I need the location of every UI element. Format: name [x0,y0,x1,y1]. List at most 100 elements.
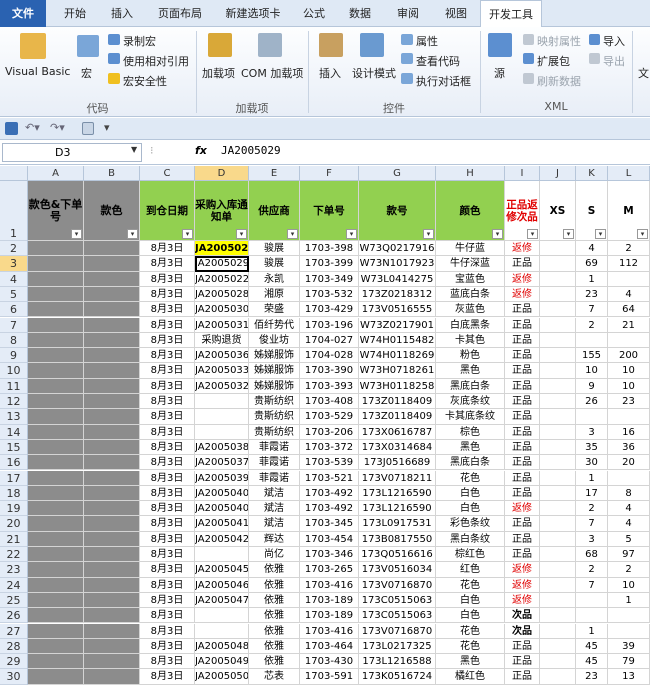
table-cell[interactable]: 9 [576,378,608,394]
table-cell[interactable]: JA2005025 [195,241,249,257]
table-cell[interactable]: 26 [576,394,608,410]
redacted-cell[interactable] [28,271,84,287]
table-cell[interactable]: 200 [608,348,650,364]
table-cell[interactable]: 正品 [505,302,540,318]
table-cell[interactable]: 8月3日 [140,317,195,333]
table-cell[interactable]: 39 [608,638,650,655]
macro-button[interactable]: 宏 [81,65,92,81]
filter-dropdown-icon[interactable]: ▾ [637,229,648,239]
table-cell[interactable]: 正品 [505,348,540,364]
expansion-pack-button[interactable]: 扩展包 [537,53,570,69]
table-cell[interactable]: 64 [608,302,650,318]
redacted-cell[interactable] [28,302,84,318]
redacted-cell[interactable] [84,241,140,257]
table-cell[interactable]: 2 [608,241,650,257]
redacted-cell[interactable] [28,317,84,333]
redacted-cell[interactable] [28,363,84,379]
column-header-i[interactable]: I [505,166,540,181]
redacted-cell[interactable] [28,394,84,410]
table-cell[interactable]: 卡其色 [436,332,505,349]
table-cell[interactable]: 2 [576,317,608,333]
table-cell[interactable]: 155 [576,348,608,364]
table-cell[interactable]: 白色 [436,501,505,517]
table-cell[interactable]: 36 [608,439,650,456]
redacted-cell[interactable] [84,256,140,272]
table-cell[interactable]: 卡其底条纹 [436,409,505,425]
column-header-c[interactable]: C [140,166,195,181]
insert-function-icon[interactable]: fx [195,144,207,157]
redacted-cell[interactable] [84,470,140,486]
table-cell[interactable]: 69 [576,256,608,272]
redacted-cell[interactable] [84,577,140,593]
column-header-j[interactable]: J [540,166,576,181]
table-cell[interactable] [540,547,576,563]
table-cell[interactable]: 2 [576,501,608,517]
table-cell[interactable] [540,424,576,440]
table-cell[interactable]: 173L0917531 [359,516,436,532]
com-addins-button[interactable]: COM 加载项 [241,65,303,81]
table-cell[interactable]: 2 [576,562,608,578]
table-cell[interactable] [608,470,650,486]
table-cell[interactable] [540,363,576,379]
column-header-b[interactable]: B [84,166,140,181]
table-cell[interactable]: 8 [608,485,650,502]
row-header[interactable]: 15 [0,439,28,456]
redacted-cell[interactable] [84,623,140,639]
table-cell[interactable]: 次品 [505,623,540,639]
table-cell[interactable] [540,531,576,547]
row-header[interactable]: 27 [0,623,28,639]
row-header[interactable]: 17 [0,470,28,486]
table-cell[interactable]: 79 [608,654,650,670]
row-header[interactable]: 23 [0,562,28,578]
table-cell[interactable]: 173L0217325 [359,638,436,655]
table-cell[interactable]: 贵斯纺织 [249,409,300,425]
tab-home[interactable]: 开始 [54,0,96,27]
header-cell[interactable]: XS ▾ [540,181,576,241]
table-cell[interactable]: 45 [576,638,608,655]
table-cell[interactable]: JA2005030 [195,302,249,318]
table-cell[interactable]: 1703-430 [300,654,359,670]
table-cell[interactable] [608,409,650,425]
table-cell[interactable]: 173V0716870 [359,623,436,639]
table-cell[interactable]: 花色 [436,623,505,639]
table-cell[interactable]: 1703-454 [300,531,359,547]
table-cell[interactable]: 黑白条纹 [436,531,505,547]
table-cell[interactable] [195,424,249,440]
table-cell[interactable] [608,271,650,287]
header-cell[interactable]: 到仓日期 ▾ [140,181,195,241]
tab-data[interactable]: 数据 [340,0,380,27]
redacted-cell[interactable] [28,470,84,486]
table-cell[interactable]: 姊娣服饰 [249,378,300,394]
column-header-k[interactable]: K [576,166,608,181]
redacted-cell[interactable] [28,501,84,517]
table-cell[interactable]: 45 [576,654,608,670]
row-header[interactable]: 26 [0,608,28,624]
filter-dropdown-icon[interactable]: ▾ [127,229,138,239]
redacted-cell[interactable] [28,516,84,532]
insert-control-button[interactable]: 插入 [319,65,341,81]
filter-dropdown-icon[interactable]: ▾ [182,229,193,239]
table-cell[interactable]: 正品 [505,378,540,394]
properties-button[interactable]: 属性 [416,33,438,49]
header-cell[interactable]: 供应商 ▾ [249,181,300,241]
row-header[interactable]: 16 [0,455,28,471]
table-cell[interactable]: 采购退货 [195,332,249,349]
table-cell[interactable]: 173C0515063 [359,608,436,624]
row-header[interactable]: 1 [0,181,28,241]
redacted-cell[interactable] [28,332,84,349]
table-cell[interactable]: 1 [576,271,608,287]
table-cell[interactable]: 1703-372 [300,439,359,456]
visual-basic-button[interactable]: Visual Basic [5,65,70,78]
row-header[interactable]: 9 [0,348,28,364]
redacted-cell[interactable] [84,348,140,364]
tab-insert[interactable]: 插入 [102,0,142,27]
row-header[interactable]: 18 [0,485,28,502]
active-cell[interactable]: JA2005029 [195,256,249,272]
table-cell[interactable]: 返修 [505,501,540,517]
tab-view[interactable]: 视图 [436,0,476,27]
table-cell[interactable] [540,317,576,333]
table-cell[interactable]: 1 [608,592,650,609]
header-cell[interactable]: 款色 ▾ [84,181,140,241]
table-cell[interactable]: 正品 [505,363,540,379]
table-cell[interactable]: JA2005049 [195,654,249,670]
